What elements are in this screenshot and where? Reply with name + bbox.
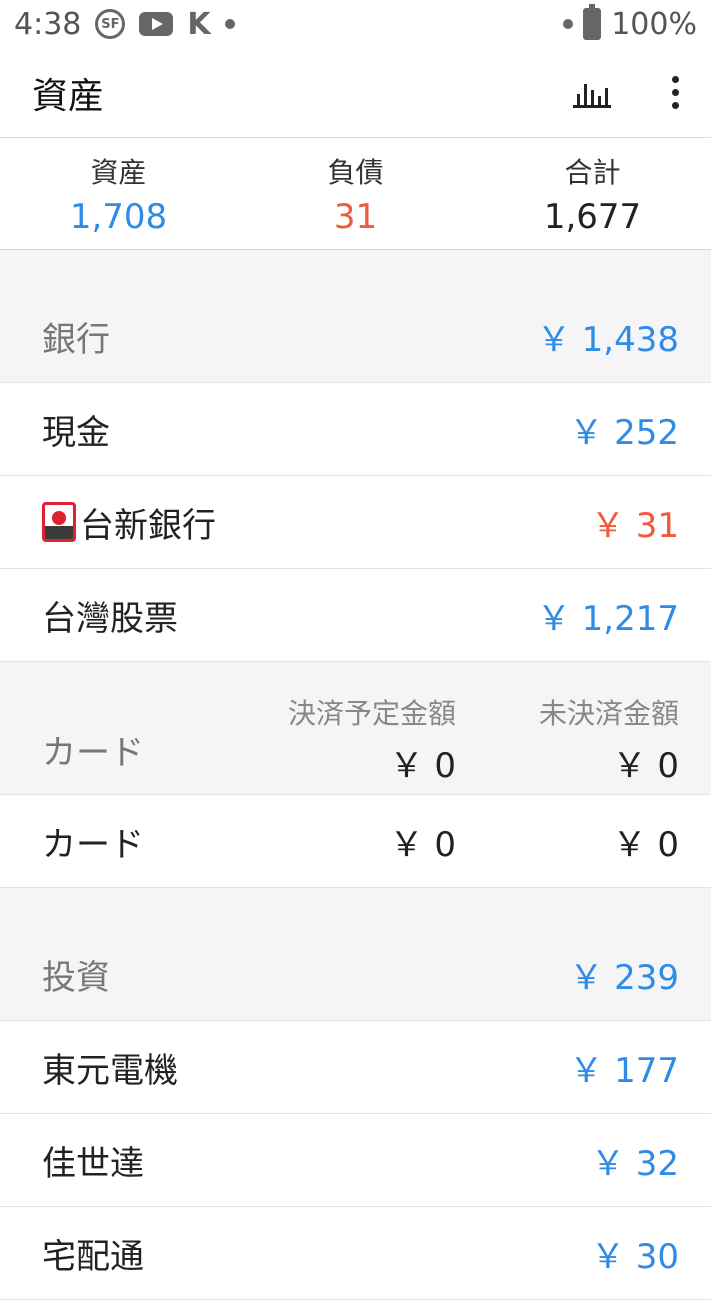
- account-row-cash[interactable]: 現金 ￥ 252: [0, 383, 711, 476]
- assets-label: 資産: [90, 156, 147, 189]
- unsettled-amount: ￥ 0: [612, 824, 679, 865]
- account-amount: ￥ 1,217: [536, 598, 679, 639]
- account-row-qisda[interactable]: 佳世達 ￥ 32: [0, 1114, 711, 1207]
- k-app-icon: K: [187, 6, 211, 42]
- summary-bar: 資産 1,708 負債 31 合計 1,677: [0, 139, 711, 250]
- battery-level: 100%: [611, 6, 697, 42]
- account-row-taishin-bank[interactable]: 台新銀行 ￥ 31: [0, 476, 711, 569]
- sf-notification-icon: SF: [95, 9, 126, 39]
- section-gap: [0, 250, 711, 290]
- scheduled-amount: ￥ 0: [389, 824, 456, 865]
- account-name: 現金: [42, 412, 110, 453]
- more-options-icon[interactable]: [671, 76, 679, 109]
- account-amount: ￥ 31: [590, 505, 679, 546]
- group-name: 投資: [42, 957, 110, 998]
- account-name: 佳世達: [42, 1143, 144, 1184]
- battery-charging-icon: [583, 4, 602, 40]
- app-bar: 資産: [0, 48, 711, 138]
- account-name: 東元電機: [42, 1050, 178, 1091]
- account-name: カード: [42, 824, 144, 865]
- scheduled-label: 決済予定金額: [287, 697, 456, 730]
- notification-dot-icon: [224, 19, 235, 29]
- account-name: 宅配通: [42, 1236, 144, 1277]
- account-amount: ￥ 30: [590, 1236, 679, 1277]
- assets-value: 1,708: [69, 197, 168, 237]
- total-label: 合計: [564, 156, 621, 189]
- youtube-icon: [139, 12, 174, 36]
- unsettled-label: 未決済金額: [538, 697, 679, 730]
- account-row-taiwan-stock[interactable]: 台灣股票 ￥ 1,217: [0, 569, 711, 662]
- page-title: 資産: [32, 75, 105, 117]
- clock: 4:38: [14, 6, 82, 42]
- group-name: 銀行: [42, 319, 110, 360]
- account-name: 台新銀行: [80, 505, 216, 546]
- scheduled-value: ￥ 0: [389, 746, 456, 786]
- total-summary[interactable]: 合計 1,677: [474, 139, 711, 249]
- group-header-bank[interactable]: 銀行 ￥ 1,438: [0, 290, 711, 383]
- total-value: 1,677: [543, 197, 642, 237]
- account-row-card[interactable]: カード ￥ 0 ￥ 0: [0, 795, 711, 888]
- signal-dot-icon: [563, 19, 574, 29]
- unsettled-column: 未決済金額 ￥ 0: [539, 692, 679, 787]
- account-name: 台灣股票: [42, 598, 178, 639]
- account-amount: ￥ 252: [569, 412, 679, 453]
- group-header-investment[interactable]: 投資 ￥ 239: [0, 928, 711, 1021]
- status-bar: 4:38 SF K 100%: [0, 0, 711, 48]
- liabilities-summary[interactable]: 負債 31: [237, 139, 474, 249]
- liabilities-label: 負債: [327, 156, 384, 189]
- unsettled-value: ￥ 0: [612, 746, 679, 786]
- account-row-pelican[interactable]: 宅配通 ￥ 30: [0, 1207, 711, 1300]
- group-amount: ￥ 1,438: [536, 319, 679, 360]
- liabilities-value: 31: [333, 197, 378, 237]
- account-list: 銀行 ￥ 1,438 現金 ￥ 252 台新銀行 ￥ 31 台灣股票 ￥ 1,2…: [0, 250, 711, 1300]
- account-amount: ￥ 177: [569, 1050, 679, 1091]
- group-name: カード: [42, 733, 144, 773]
- section-gap: [0, 888, 711, 928]
- flag-icon: [42, 502, 76, 542]
- account-name-with-icon: 台新銀行: [42, 498, 216, 547]
- group-amount: ￥ 239: [569, 957, 679, 998]
- bar-chart-icon[interactable]: [573, 78, 611, 108]
- group-header-card[interactable]: カード 決済予定金額 ￥ 0 未決済金額 ￥ 0: [0, 662, 711, 795]
- account-amount: ￥ 32: [590, 1143, 679, 1184]
- account-row-teco[interactable]: 東元電機 ￥ 177: [0, 1021, 711, 1114]
- scheduled-column: 決済予定金額 ￥ 0: [288, 692, 456, 787]
- assets-summary[interactable]: 資産 1,708: [0, 139, 237, 249]
